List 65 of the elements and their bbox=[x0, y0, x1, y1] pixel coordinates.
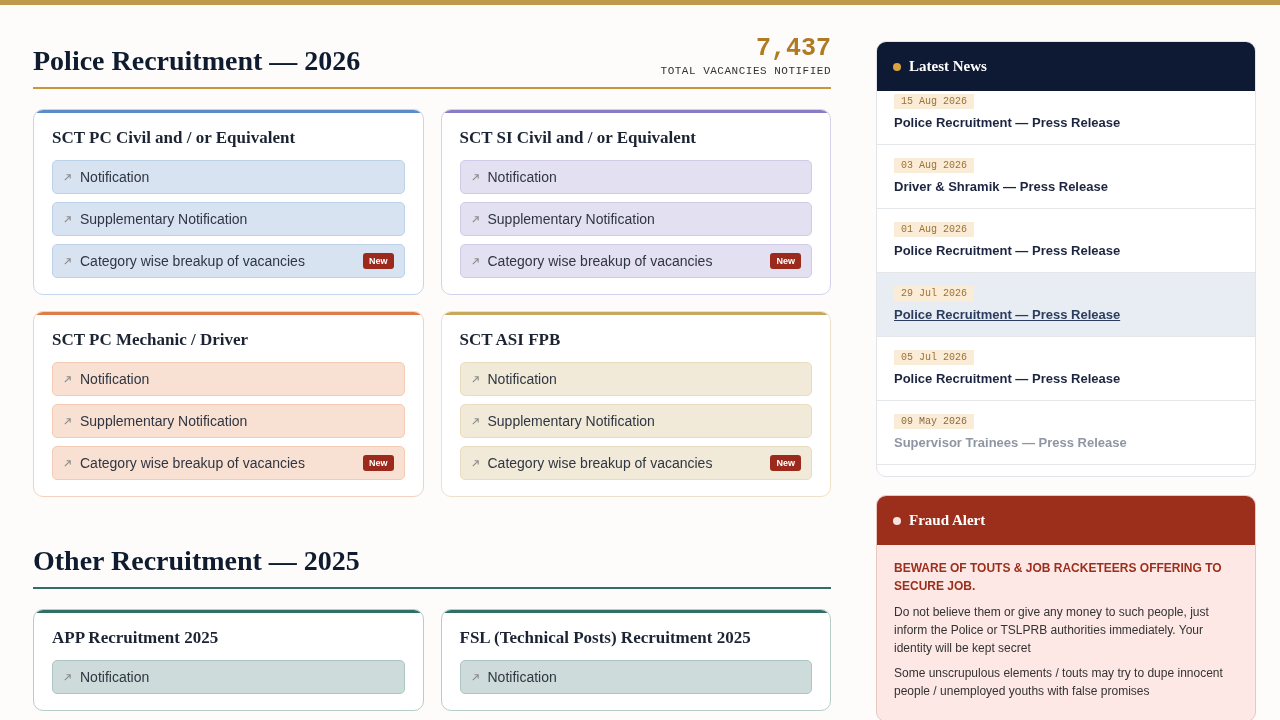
alert-paragraph: Do not believe them or give any money to such people, just inform the Police or TSLPRB authorities immediately. Your identity will be kept secret bbox=[894, 604, 1210, 657]
external-link-icon bbox=[63, 214, 72, 224]
external-link-icon bbox=[470, 416, 480, 426]
news-item[interactable]: 29 Jul 2026 Police Recruitment — Press Release bbox=[877, 273, 1255, 337]
document-link[interactable]: Notification bbox=[459, 362, 812, 396]
document-link[interactable]: Supplementary Notification bbox=[459, 202, 812, 236]
document-link[interactable]: Category wise breakup of vacancies New bbox=[52, 244, 405, 278]
card-title: SCT ASI FPB bbox=[459, 330, 562, 350]
date-tag: 15 Aug 2026 bbox=[894, 94, 974, 109]
document-link[interactable]: Category wise breakup of vacancies New bbox=[52, 446, 405, 480]
external-link-icon bbox=[470, 672, 480, 682]
vacancies-label: TOTAL VACANCIES NOTIFIED bbox=[660, 65, 831, 77]
panel-title: Fraud Alert bbox=[909, 512, 986, 529]
document-link[interactable]: Supplementary Notification bbox=[459, 404, 812, 438]
vacancies-count: 7,437 bbox=[755, 36, 831, 61]
date-tag: 29 Jul 2026 bbox=[894, 286, 974, 301]
external-link-icon bbox=[63, 416, 72, 426]
news-link[interactable]: Police Recruitment — Press Release bbox=[894, 307, 1121, 322]
document-link[interactable]: Category wise breakup of vacancies New bbox=[459, 446, 812, 480]
date-tag: 01 Aug 2026 bbox=[894, 222, 974, 237]
document-link[interactable]: Supplementary Notification bbox=[52, 404, 405, 438]
card-title: SCT PC Mechanic / Driver bbox=[52, 330, 250, 350]
news-link[interactable]: Police Recruitment — Press Release bbox=[894, 371, 1121, 386]
external-link-icon bbox=[470, 256, 480, 266]
document-link[interactable]: Notification bbox=[459, 660, 812, 694]
document-link[interactable]: Notification bbox=[52, 160, 405, 194]
news-item[interactable]: 05 Jul 2026 Police Recruitment — Press Release bbox=[877, 337, 1255, 401]
card-title: FSL (Technical Posts) Recruitment 2025 bbox=[459, 628, 752, 648]
date-tag: 05 Jul 2026 bbox=[894, 350, 974, 365]
external-link-icon bbox=[63, 256, 72, 266]
external-link-icon bbox=[63, 672, 72, 682]
card-title: SCT PC Civil and / or Equivalent bbox=[52, 128, 297, 148]
card-title: APP Recruitment 2025 bbox=[52, 628, 220, 648]
section-heading: Police Recruitment — 2026 bbox=[33, 44, 361, 77]
bullet-icon bbox=[893, 516, 901, 525]
new-badge: New bbox=[363, 253, 394, 269]
external-link-icon bbox=[470, 458, 480, 468]
news-item[interactable]: 09 May 2026 Supervisor Trainees — Press Release bbox=[877, 401, 1255, 465]
new-badge: New bbox=[770, 253, 801, 269]
news-item[interactable]: 03 Aug 2026 Driver & Shramik — Press Release bbox=[877, 145, 1255, 209]
document-link[interactable]: Notification bbox=[459, 160, 812, 194]
document-link[interactable]: Notification bbox=[52, 362, 405, 396]
news-link[interactable]: Police Recruitment — Press Release bbox=[894, 243, 1121, 258]
bullet-icon bbox=[893, 62, 901, 71]
news-item[interactable]: 15 Aug 2026 Police Recruitment — Press Release bbox=[877, 91, 1255, 145]
news-link[interactable]: Police Recruitment — Press Release bbox=[894, 115, 1121, 130]
warning-text: BEWARE OF TOUTS & JOB RACKETEERS OFFERING TO SECURE JOB. bbox=[894, 560, 1223, 595]
alert-paragraph: Some unscrupulous elements / touts may try to dupe innocent people / unemployed youths with false promises bbox=[894, 665, 1224, 700]
external-link-icon bbox=[63, 374, 72, 384]
external-link-icon bbox=[63, 458, 72, 468]
section-heading: Other Recruitment — 2025 bbox=[33, 544, 360, 577]
panel-title: Latest News bbox=[909, 58, 987, 75]
new-badge: New bbox=[770, 455, 801, 471]
external-link-icon bbox=[470, 214, 480, 224]
new-badge: New bbox=[363, 455, 394, 471]
document-link[interactable]: Supplementary Notification bbox=[52, 202, 405, 236]
date-tag: 03 Aug 2026 bbox=[894, 158, 974, 173]
external-link-icon bbox=[63, 172, 72, 182]
date-tag: 09 May 2026 bbox=[894, 414, 974, 429]
document-link[interactable]: Notification bbox=[52, 660, 405, 694]
news-link[interactable]: Driver & Shramik — Press Release bbox=[894, 179, 1108, 194]
external-link-icon bbox=[470, 374, 480, 384]
external-link-icon bbox=[470, 172, 480, 182]
document-link[interactable]: Category wise breakup of vacancies New bbox=[459, 244, 812, 278]
card-title: SCT SI Civil and / or Equivalent bbox=[459, 128, 697, 148]
